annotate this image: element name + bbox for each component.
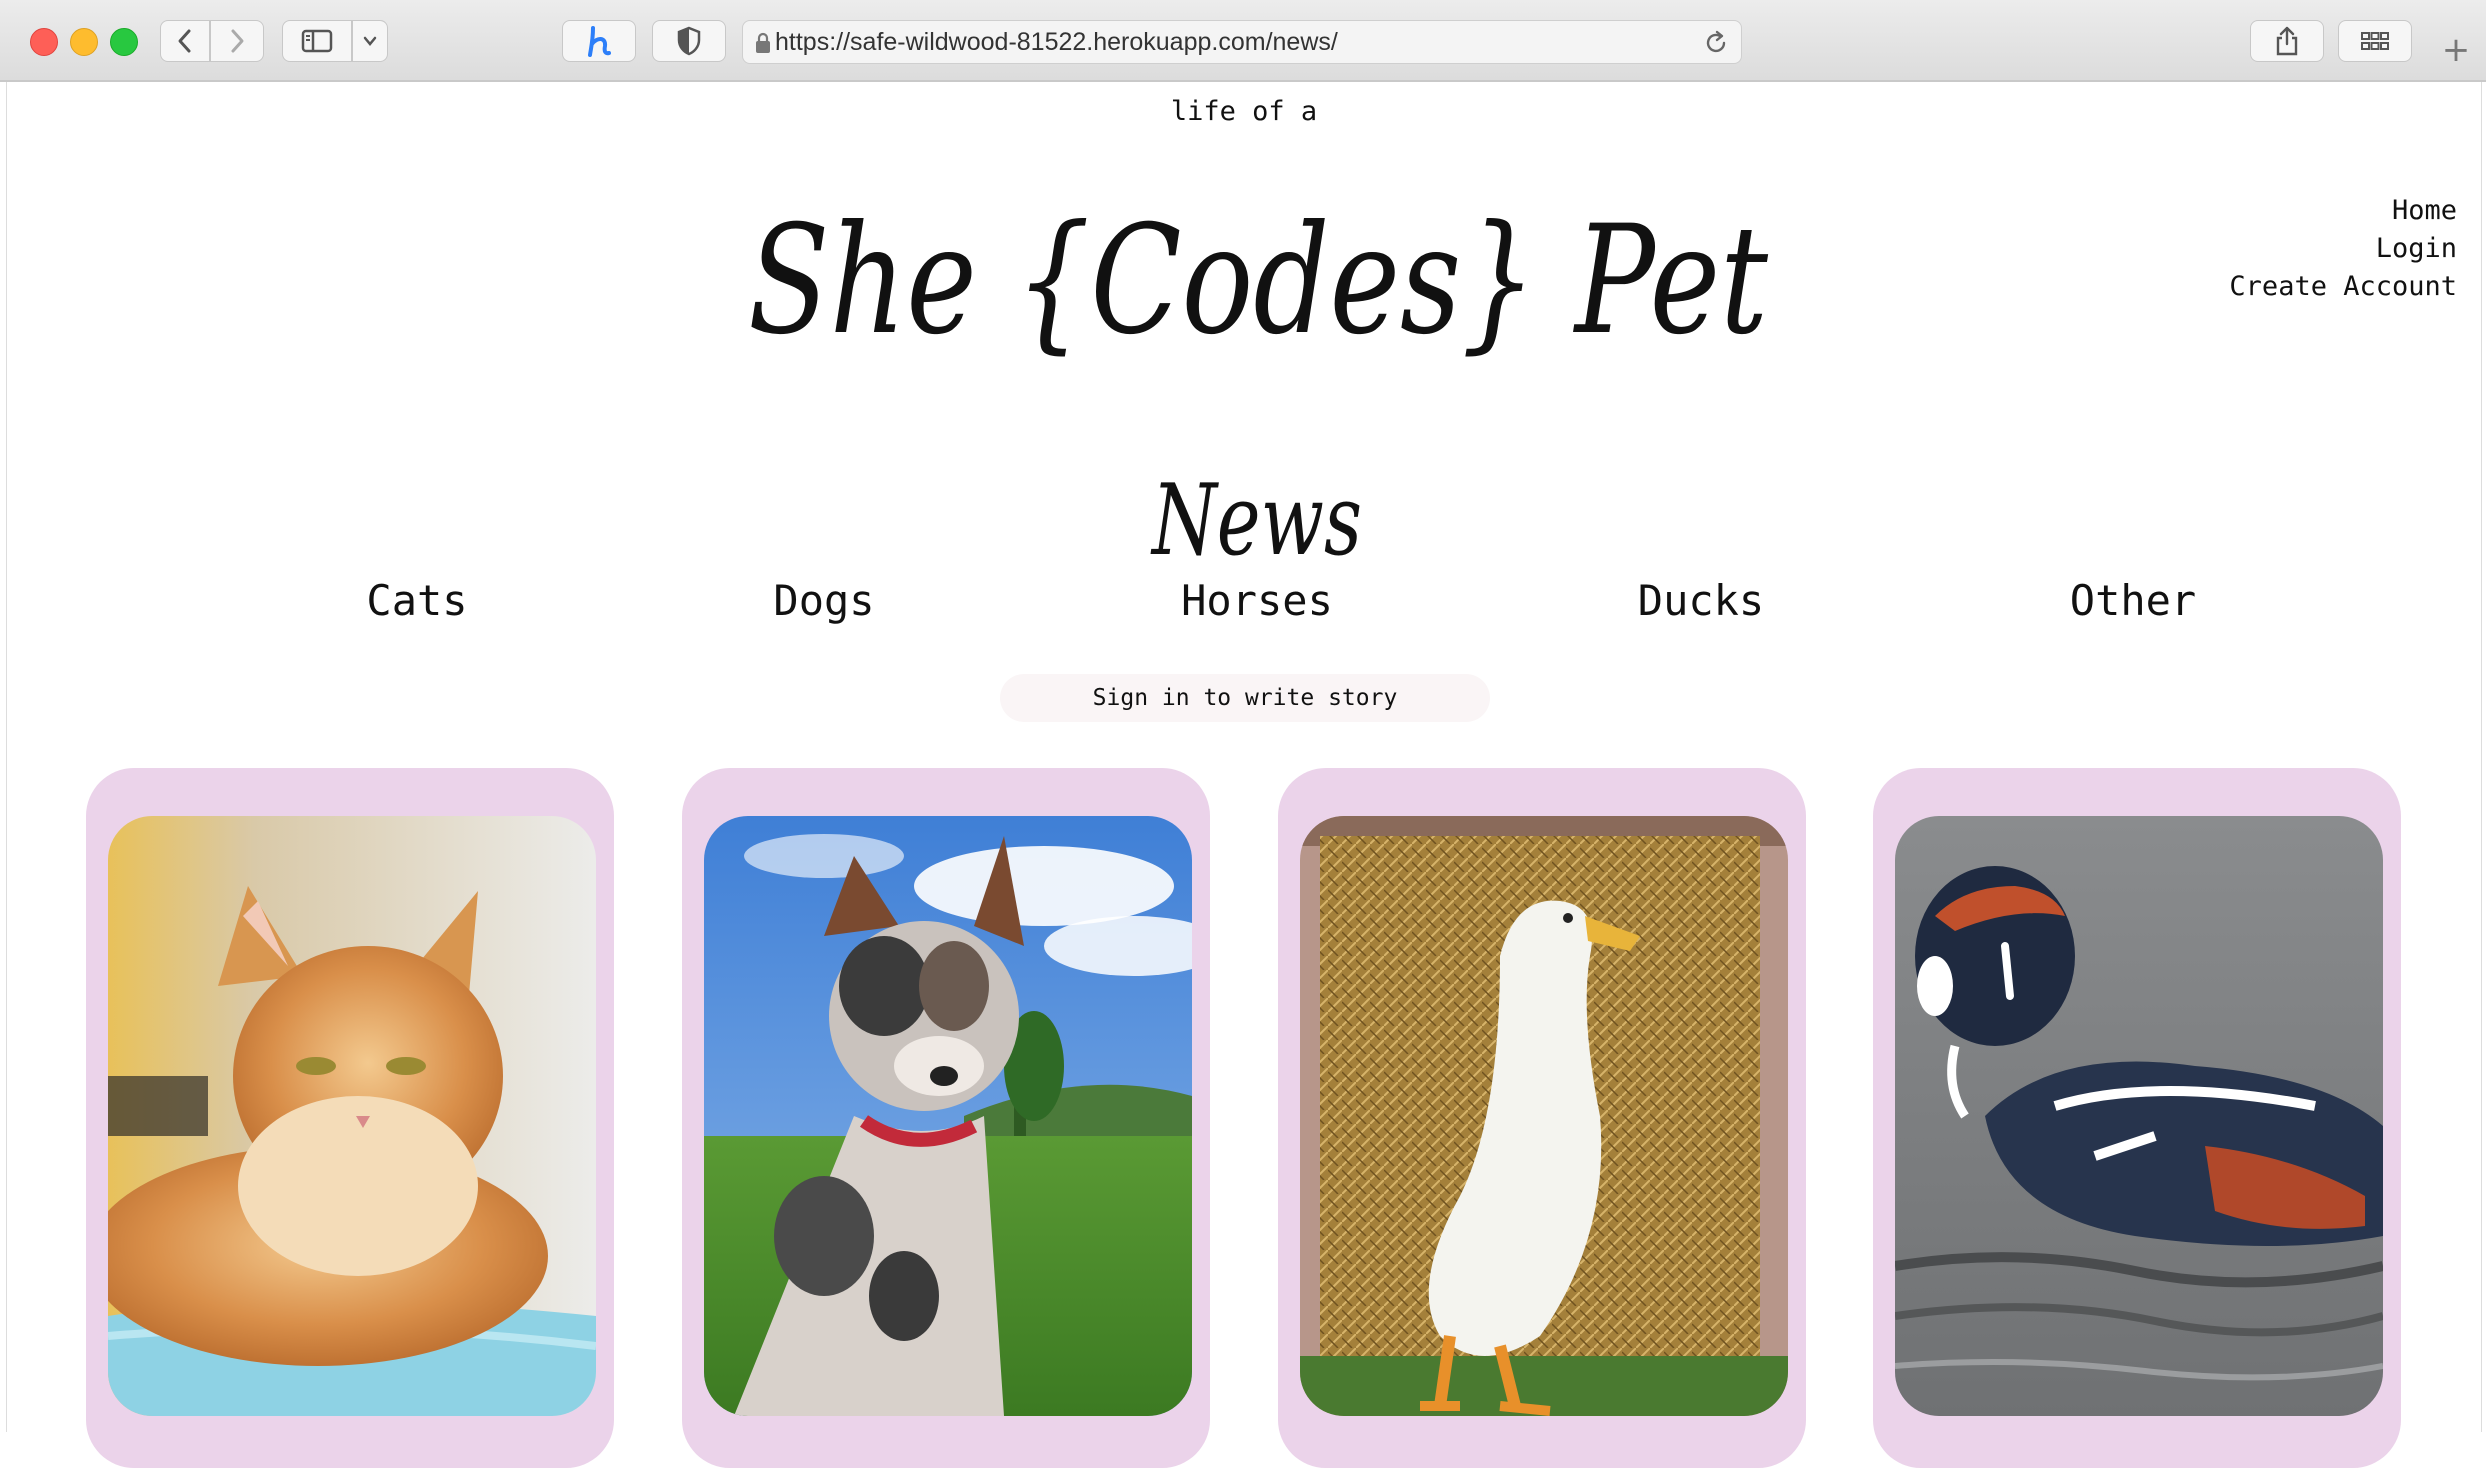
sign-in-to-write-button[interactable]: Sign in to write story xyxy=(1000,674,1490,722)
shield-icon xyxy=(677,26,701,56)
site-logo[interactable]: She {Codes} Pet xyxy=(7,142,2481,402)
zoom-window-button[interactable] xyxy=(110,28,138,56)
url-text: https://safe-wildwood-81522.herokuapp.co… xyxy=(775,28,1338,56)
sidebar-toggle-button[interactable] xyxy=(282,20,352,62)
category-horses-link[interactable]: Horses xyxy=(1181,576,1333,625)
privacy-report-button[interactable] xyxy=(652,20,726,62)
new-tab-button[interactable]: + xyxy=(2428,26,2484,74)
chevron-down-icon xyxy=(363,36,377,46)
back-button[interactable] xyxy=(160,20,210,62)
category-other-link[interactable]: Other xyxy=(2070,576,2196,625)
category-cats-link[interactable]: Cats xyxy=(366,576,467,625)
tab-grid-icon xyxy=(2361,32,2389,50)
nav-create-account-link[interactable]: Create Account xyxy=(2229,268,2457,306)
forward-button[interactable] xyxy=(210,20,264,62)
minimize-window-button[interactable] xyxy=(70,28,98,56)
story-card[interactable] xyxy=(682,768,1210,1468)
category-dogs-link[interactable]: Dogs xyxy=(773,576,874,625)
top-nav: Home Login Create Account xyxy=(2229,192,2457,306)
tab-overview-button[interactable] xyxy=(2338,20,2412,62)
close-window-button[interactable] xyxy=(30,28,58,56)
category-ducks-link[interactable]: Ducks xyxy=(1638,576,1764,625)
browser-toolbar: https://safe-wildwood-81522.herokuapp.co… xyxy=(0,0,2486,82)
harlequin-duck-photo xyxy=(1895,816,2383,1416)
story-card[interactable] xyxy=(86,768,614,1468)
dog-photo xyxy=(704,816,1192,1416)
cat-photo xyxy=(108,816,596,1416)
nav-home-link[interactable]: Home xyxy=(2229,192,2457,230)
reload-icon[interactable] xyxy=(1703,30,1729,56)
honey-h-icon xyxy=(588,26,611,57)
duck-photo xyxy=(1300,816,1788,1416)
story-card[interactable] xyxy=(1873,768,2401,1468)
page-title: News xyxy=(1150,464,1362,578)
nav-login-link[interactable]: Login xyxy=(2229,230,2457,268)
chevron-right-icon xyxy=(231,29,244,53)
story-card[interactable] xyxy=(1278,768,1806,1468)
sidebar-icon xyxy=(301,29,333,53)
address-bar[interactable]: https://safe-wildwood-81522.herokuapp.co… xyxy=(742,20,1742,64)
category-nav: Cats Dogs Horses Ducks Other xyxy=(7,576,2481,646)
site-tagline: life of a xyxy=(1170,96,1318,127)
share-icon xyxy=(2276,26,2298,56)
lock-icon xyxy=(756,32,770,53)
share-button[interactable] xyxy=(2250,20,2324,62)
site-logo-text: She {Codes} Pet xyxy=(748,194,1769,368)
chevron-left-icon xyxy=(178,29,191,53)
sidebar-menu-button[interactable] xyxy=(352,20,388,62)
web-page: life of a She {Codes} Pet Home Login Cre… xyxy=(6,82,2482,1468)
page-title-text: News xyxy=(1150,464,1362,578)
honey-extension-button[interactable] xyxy=(562,20,636,62)
